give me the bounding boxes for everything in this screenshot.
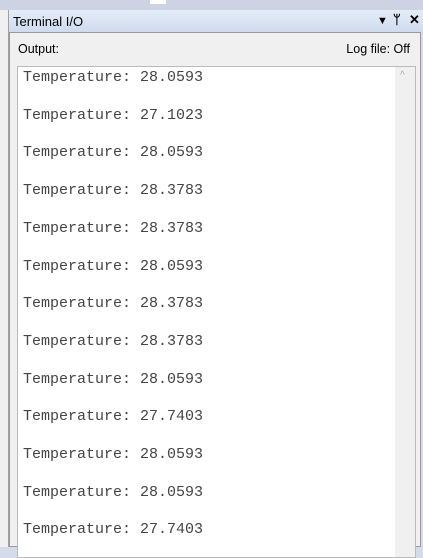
output-line: Temperature: 28.0593 xyxy=(23,446,204,463)
log-file-status[interactable]: Log file: Off xyxy=(346,42,410,56)
title-bar: Terminal I/O ▼ ᛘ ✕ xyxy=(9,10,423,32)
output-line: Temperature: 28.0593 xyxy=(23,144,204,162)
window-title: Terminal I/O xyxy=(13,14,84,29)
pin-icon[interactable]: ᛘ xyxy=(393,12,401,27)
output-line: Temperature: 28.3783 xyxy=(23,332,204,350)
left-edge xyxy=(0,10,9,547)
vertical-scrollbar[interactable]: ^ xyxy=(395,67,415,557)
tab-notch xyxy=(150,0,166,4)
output-line: Temperature: 27.7403 xyxy=(23,521,204,539)
output-line: Temperature: 27.1023 xyxy=(23,106,204,124)
scroll-up-icon[interactable]: ^ xyxy=(400,70,405,81)
output-line: Temperature: 28.0593 xyxy=(23,483,204,501)
output-line: Temperature: 28.0593 xyxy=(23,257,204,275)
output-textbox[interactable]: ^ Temperature: 28.0593 Temperature: 27.10… xyxy=(17,66,416,558)
terminal-panel: Output: Log file: Off ^ Temperature: 28.… xyxy=(9,32,421,558)
output-line: Temperature: 28.0593 xyxy=(23,370,204,388)
output-line: Temperature: 28.0593 xyxy=(23,69,204,86)
close-icon[interactable]: ✕ xyxy=(409,12,420,28)
output-line: Temperature: 28.3783 xyxy=(23,295,204,313)
top-strip xyxy=(0,0,423,10)
output-label: Output: xyxy=(18,42,59,56)
output-line: Temperature: 28.3783 xyxy=(23,219,204,237)
output-line: Temperature: 28.3783 xyxy=(23,182,204,200)
output-line: Temperature: 27.7403 xyxy=(23,408,204,426)
dropdown-icon[interactable]: ▼ xyxy=(377,15,388,27)
